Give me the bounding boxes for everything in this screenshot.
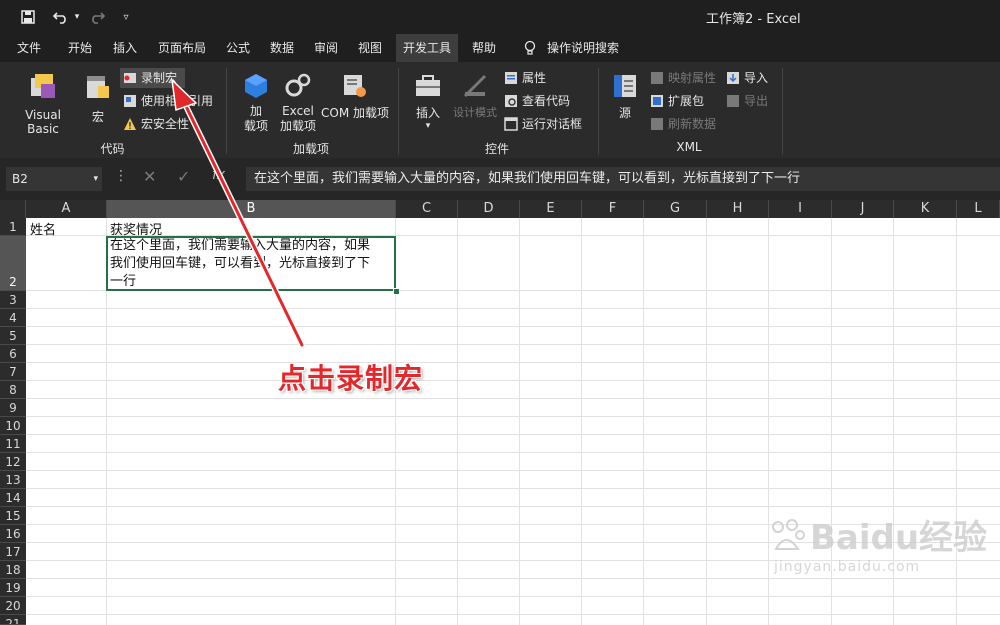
annotation-text: 点击录制宏 [278, 362, 424, 395]
baidu-paw-logo [766, 515, 806, 555]
watermark: Baidu经验 jingyan.baidu.com [766, 510, 987, 575]
